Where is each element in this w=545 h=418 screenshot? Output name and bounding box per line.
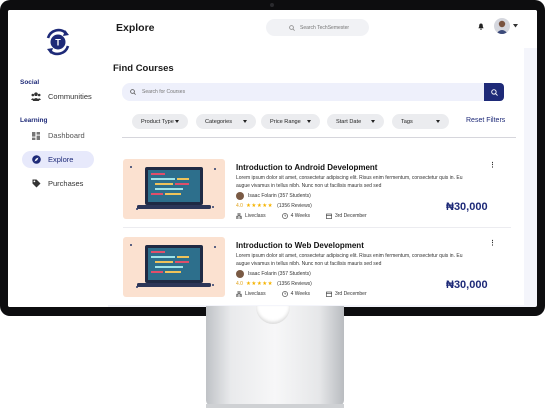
filter-label: Product Type — [141, 118, 174, 125]
calendar-icon — [326, 291, 332, 297]
sidebar-item-purchases[interactable]: Purchases — [22, 175, 94, 192]
section-heading: Find Courses — [113, 63, 174, 74]
sidebar-item-label: Explore — [48, 155, 74, 164]
global-search-input[interactable] — [300, 24, 360, 31]
caret-down-icon — [175, 120, 179, 123]
course-search[interactable] — [122, 83, 484, 101]
calendar-icon — [326, 213, 332, 219]
sidebar: T Social Communities Learning Dashboard — [8, 10, 108, 307]
bell-icon[interactable] — [478, 23, 484, 30]
camera-dot — [270, 3, 274, 7]
course-mode: Liveclass — [245, 291, 266, 297]
star-icons: ★★★★★ — [245, 203, 274, 209]
caret-down-icon — [307, 120, 311, 123]
dashboard-icon — [31, 131, 41, 141]
sitemap-icon — [236, 291, 242, 297]
chevron-down-icon[interactable] — [513, 24, 518, 28]
avatar[interactable] — [494, 18, 510, 34]
sidebar-item-label: Purchases — [48, 179, 84, 188]
course-start-date: 3rd December — [334, 291, 367, 297]
search-icon — [490, 88, 498, 96]
course-thumbnail — [123, 159, 225, 219]
compass-icon — [31, 155, 41, 165]
star-icons: ★★★★★ — [245, 281, 274, 287]
course-meta: Liveclass 4 Weeks 3rd December — [236, 291, 383, 297]
instructor: Isaac Folarin (357 Students) — [236, 192, 311, 200]
course-mode: Liveclass — [245, 213, 266, 219]
rating: 4.0 ★★★★★ (1356 Reviews) — [236, 203, 312, 209]
logo-icon[interactable]: T — [44, 28, 72, 56]
course-card[interactable]: Introduction to Android Development ⋮ Lo… — [123, 159, 511, 228]
course-duration: 4 Weeks — [290, 291, 310, 297]
rating-value: 4.0 — [236, 203, 243, 209]
instructor-name: Isaac Folarin (357 Students) — [248, 271, 311, 277]
sidebar-item-label: Communities — [48, 92, 92, 101]
review-count: (1356 Reviews) — [277, 203, 312, 209]
filter-label: Categories — [205, 118, 233, 125]
filter-label: Price Range — [270, 118, 301, 125]
sidebar-item-dashboard[interactable]: Dashboard — [22, 127, 94, 144]
clock-icon — [281, 291, 288, 297]
top-bar: Explore — [108, 10, 537, 48]
search-button[interactable] — [484, 83, 504, 101]
more-options-icon[interactable]: ⋮ — [489, 161, 496, 169]
section-title-social: Social — [20, 79, 40, 86]
instructor-avatar — [236, 270, 244, 278]
divider — [123, 227, 511, 228]
filter-start-date[interactable]: Start Date — [327, 114, 384, 129]
course-description: Lorem ipsum dolor sit amet, consectetur … — [236, 175, 463, 189]
section-title-learning: Learning — [20, 117, 48, 124]
page-title: Explore — [116, 22, 155, 34]
course-description: Lorem ipsum dolor sit amet, consectetur … — [236, 253, 463, 267]
tag-icon — [31, 179, 41, 189]
instructor-avatar — [236, 192, 244, 200]
course-price: ₦30,000 — [446, 201, 488, 213]
clock-icon — [281, 213, 288, 219]
course-duration: 4 Weeks — [290, 213, 310, 219]
rating-value: 4.0 — [236, 281, 243, 287]
sidebar-item-label: Dashboard — [48, 131, 85, 140]
logo-letter: T — [55, 38, 61, 48]
sidebar-item-explore[interactable]: Explore — [22, 151, 94, 168]
divider — [122, 137, 516, 138]
course-price: ₦30,000 — [446, 279, 488, 291]
users-icon — [31, 92, 41, 102]
course-meta: Liveclass 4 Weeks 3rd December — [236, 213, 383, 219]
instructor: Isaac Folarin (357 Students) — [236, 270, 311, 278]
review-count: (1356 Reviews) — [277, 281, 312, 287]
reset-filters-link[interactable]: Reset Filters — [466, 117, 505, 124]
rating: 4.0 ★★★★★ (1356 Reviews) — [236, 281, 312, 287]
filter-label: Tags — [401, 118, 413, 125]
course-start-date: 3rd December — [334, 213, 367, 219]
sitemap-icon — [236, 213, 242, 219]
caret-down-icon — [436, 120, 440, 123]
instructor-name: Isaac Folarin (357 Students) — [248, 193, 311, 199]
more-options-icon[interactable]: ⋮ — [489, 239, 496, 247]
course-card[interactable]: Introduction to Web Development ⋮ Lorem … — [123, 237, 509, 301]
course-title[interactable]: Introduction to Web Development — [236, 241, 364, 250]
filter-categories[interactable]: Categories — [196, 114, 256, 129]
monitor-frame: T Social Communities Learning Dashboard — [0, 0, 545, 316]
main-panel: Find Courses Product Type Categories Pri… — [108, 48, 524, 305]
course-title[interactable]: Introduction to Android Development — [236, 163, 377, 172]
filter-label: Start Date — [336, 118, 362, 125]
course-thumbnail — [123, 237, 225, 297]
course-search-input[interactable] — [142, 89, 342, 95]
caret-down-icon — [243, 120, 247, 123]
filter-product-type[interactable]: Product Type — [132, 114, 188, 129]
filter-price-range[interactable]: Price Range — [261, 114, 320, 129]
app-screen: T Social Communities Learning Dashboard — [8, 10, 537, 307]
caret-down-icon — [371, 120, 375, 123]
search-icon — [130, 89, 136, 95]
filter-tags[interactable]: Tags — [392, 114, 449, 129]
global-search[interactable] — [266, 19, 369, 36]
stand-base — [206, 404, 344, 408]
search-icon — [289, 24, 295, 31]
sidebar-item-communities[interactable]: Communities — [22, 88, 94, 105]
